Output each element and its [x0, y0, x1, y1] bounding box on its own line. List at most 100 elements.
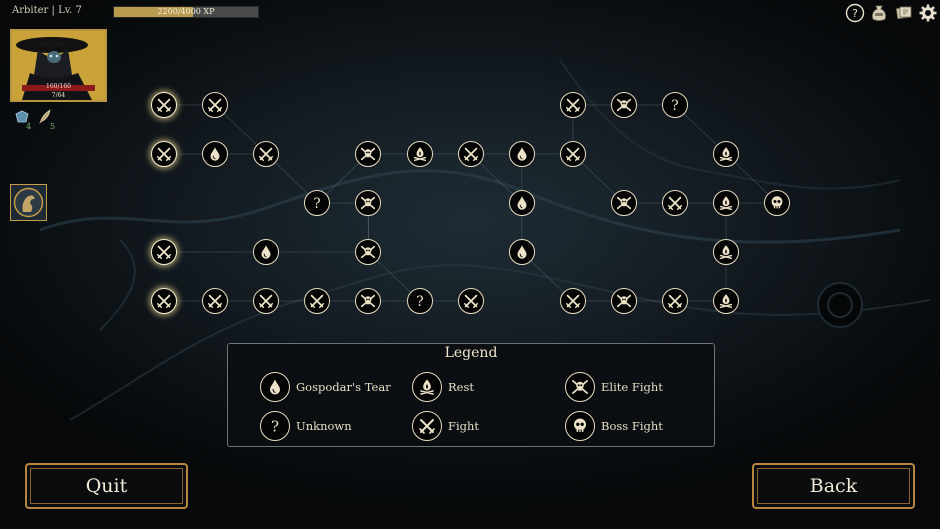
- elite-icon: [615, 96, 633, 114]
- legend-item-tear: Gospodar's Tear: [260, 372, 391, 402]
- map-node-fight[interactable]: [304, 288, 331, 314]
- map-node-rest[interactable]: [713, 288, 740, 314]
- map-node-tear[interactable]: [508, 190, 535, 216]
- map-node-tear[interactable]: [253, 239, 280, 265]
- map-node-rest[interactable]: [713, 239, 740, 265]
- rest-icon: [411, 145, 429, 163]
- map-node-fight[interactable]: [151, 92, 177, 118]
- boss-icon: [565, 411, 595, 441]
- svg-text:?: ?: [314, 196, 321, 212]
- elite-icon: [615, 292, 633, 310]
- map-node-elite[interactable]: [355, 190, 382, 216]
- map-node-fight[interactable]: [662, 190, 688, 216]
- fight-icon: [462, 292, 480, 310]
- fight-icon: [412, 411, 442, 441]
- rest-icon: [412, 372, 442, 402]
- elite-icon: [359, 243, 377, 261]
- elite-icon: [359, 292, 377, 310]
- svg-text:?: ?: [416, 294, 423, 310]
- unknown-icon: ?: [666, 96, 684, 114]
- map-node-fight[interactable]: [151, 288, 177, 314]
- map-node-tear[interactable]: [508, 141, 535, 167]
- fight-icon: [257, 292, 275, 310]
- map-node-fight[interactable]: [202, 288, 229, 314]
- unknown-icon: ?: [260, 411, 290, 441]
- legend-label: Elite Fight: [601, 380, 663, 394]
- back-button[interactable]: Back: [752, 463, 915, 509]
- fight-icon: [155, 145, 173, 163]
- map-node-elite[interactable]: [610, 288, 637, 314]
- map-node-fight[interactable]: [457, 141, 484, 167]
- map-node-fight[interactable]: [151, 239, 177, 265]
- tear-icon: [513, 194, 531, 212]
- fight-icon: [564, 145, 582, 163]
- legend-label: Unknown: [296, 419, 352, 433]
- elite-icon: [359, 145, 377, 163]
- map-node-elite[interactable]: [355, 141, 382, 167]
- legend-label: Boss Fight: [601, 419, 663, 433]
- legend-panel: Legend Gospodar's Tear Rest Elite Fight …: [227, 343, 715, 447]
- map-node-fight[interactable]: [202, 92, 229, 118]
- fight-icon: [155, 292, 173, 310]
- tear-icon: [206, 145, 224, 163]
- fight-icon: [206, 96, 224, 114]
- fight-icon: [564, 292, 582, 310]
- map-node-fight[interactable]: [253, 141, 280, 167]
- quit-button-label: Quit: [85, 475, 128, 497]
- tear-icon: [257, 243, 275, 261]
- elite-icon: [565, 372, 595, 402]
- map-node-rest[interactable]: [713, 190, 740, 216]
- map-node-tear[interactable]: [508, 239, 535, 265]
- elite-icon: [359, 194, 377, 212]
- back-button-label: Back: [809, 475, 858, 497]
- unknown-icon: ?: [308, 194, 326, 212]
- quit-button[interactable]: Quit: [25, 463, 188, 509]
- map-node-fight[interactable]: [559, 141, 586, 167]
- boss-icon: [768, 194, 786, 212]
- map-node-unknown[interactable]: ?: [406, 288, 433, 314]
- legend-item-rest: Rest: [412, 372, 474, 402]
- fight-icon: [666, 194, 684, 212]
- legend-label: Fight: [448, 419, 480, 433]
- legend-item-unknown: ? Unknown: [260, 411, 352, 441]
- map-node-rest[interactable]: [713, 141, 740, 167]
- rest-icon: [717, 194, 735, 212]
- legend-title: Legend: [444, 345, 498, 361]
- tear-icon: [260, 372, 290, 402]
- map-node-fight[interactable]: [253, 288, 280, 314]
- rest-icon: [717, 292, 735, 310]
- map-node-fight[interactable]: [662, 288, 688, 314]
- svg-text:?: ?: [271, 418, 279, 436]
- legend-label: Rest: [448, 380, 474, 394]
- elite-icon: [615, 194, 633, 212]
- map-node-fight[interactable]: [457, 288, 484, 314]
- map-node-unknown[interactable]: ?: [662, 92, 688, 118]
- svg-text:?: ?: [671, 98, 678, 114]
- tear-icon: [513, 243, 531, 261]
- legend-item-fight: Fight: [412, 411, 479, 441]
- map-node-rest[interactable]: [406, 141, 433, 167]
- map-node-fight[interactable]: [559, 288, 586, 314]
- fight-icon: [564, 96, 582, 114]
- fight-icon: [206, 292, 224, 310]
- rest-icon: [717, 243, 735, 261]
- fight-icon: [155, 96, 173, 114]
- fight-icon: [308, 292, 326, 310]
- tear-icon: [513, 145, 531, 163]
- legend-item-boss: Boss Fight: [565, 411, 663, 441]
- map-node-unknown[interactable]: ?: [304, 190, 331, 216]
- legend-label: Gospodar's Tear: [296, 380, 391, 394]
- map-node-fight[interactable]: [559, 92, 586, 118]
- fight-icon: [462, 145, 480, 163]
- legend-item-elite: Elite Fight: [565, 372, 663, 402]
- unknown-icon: ?: [411, 292, 429, 310]
- map-node-fight[interactable]: [151, 141, 177, 167]
- map-node-elite[interactable]: [610, 190, 637, 216]
- fight-icon: [155, 243, 173, 261]
- map-node-elite[interactable]: [610, 92, 637, 118]
- map-node-tear[interactable]: [202, 141, 229, 167]
- map-node-elite[interactable]: [355, 288, 382, 314]
- map-node-boss[interactable]: [764, 190, 791, 216]
- rest-icon: [717, 145, 735, 163]
- map-node-elite[interactable]: [355, 239, 382, 265]
